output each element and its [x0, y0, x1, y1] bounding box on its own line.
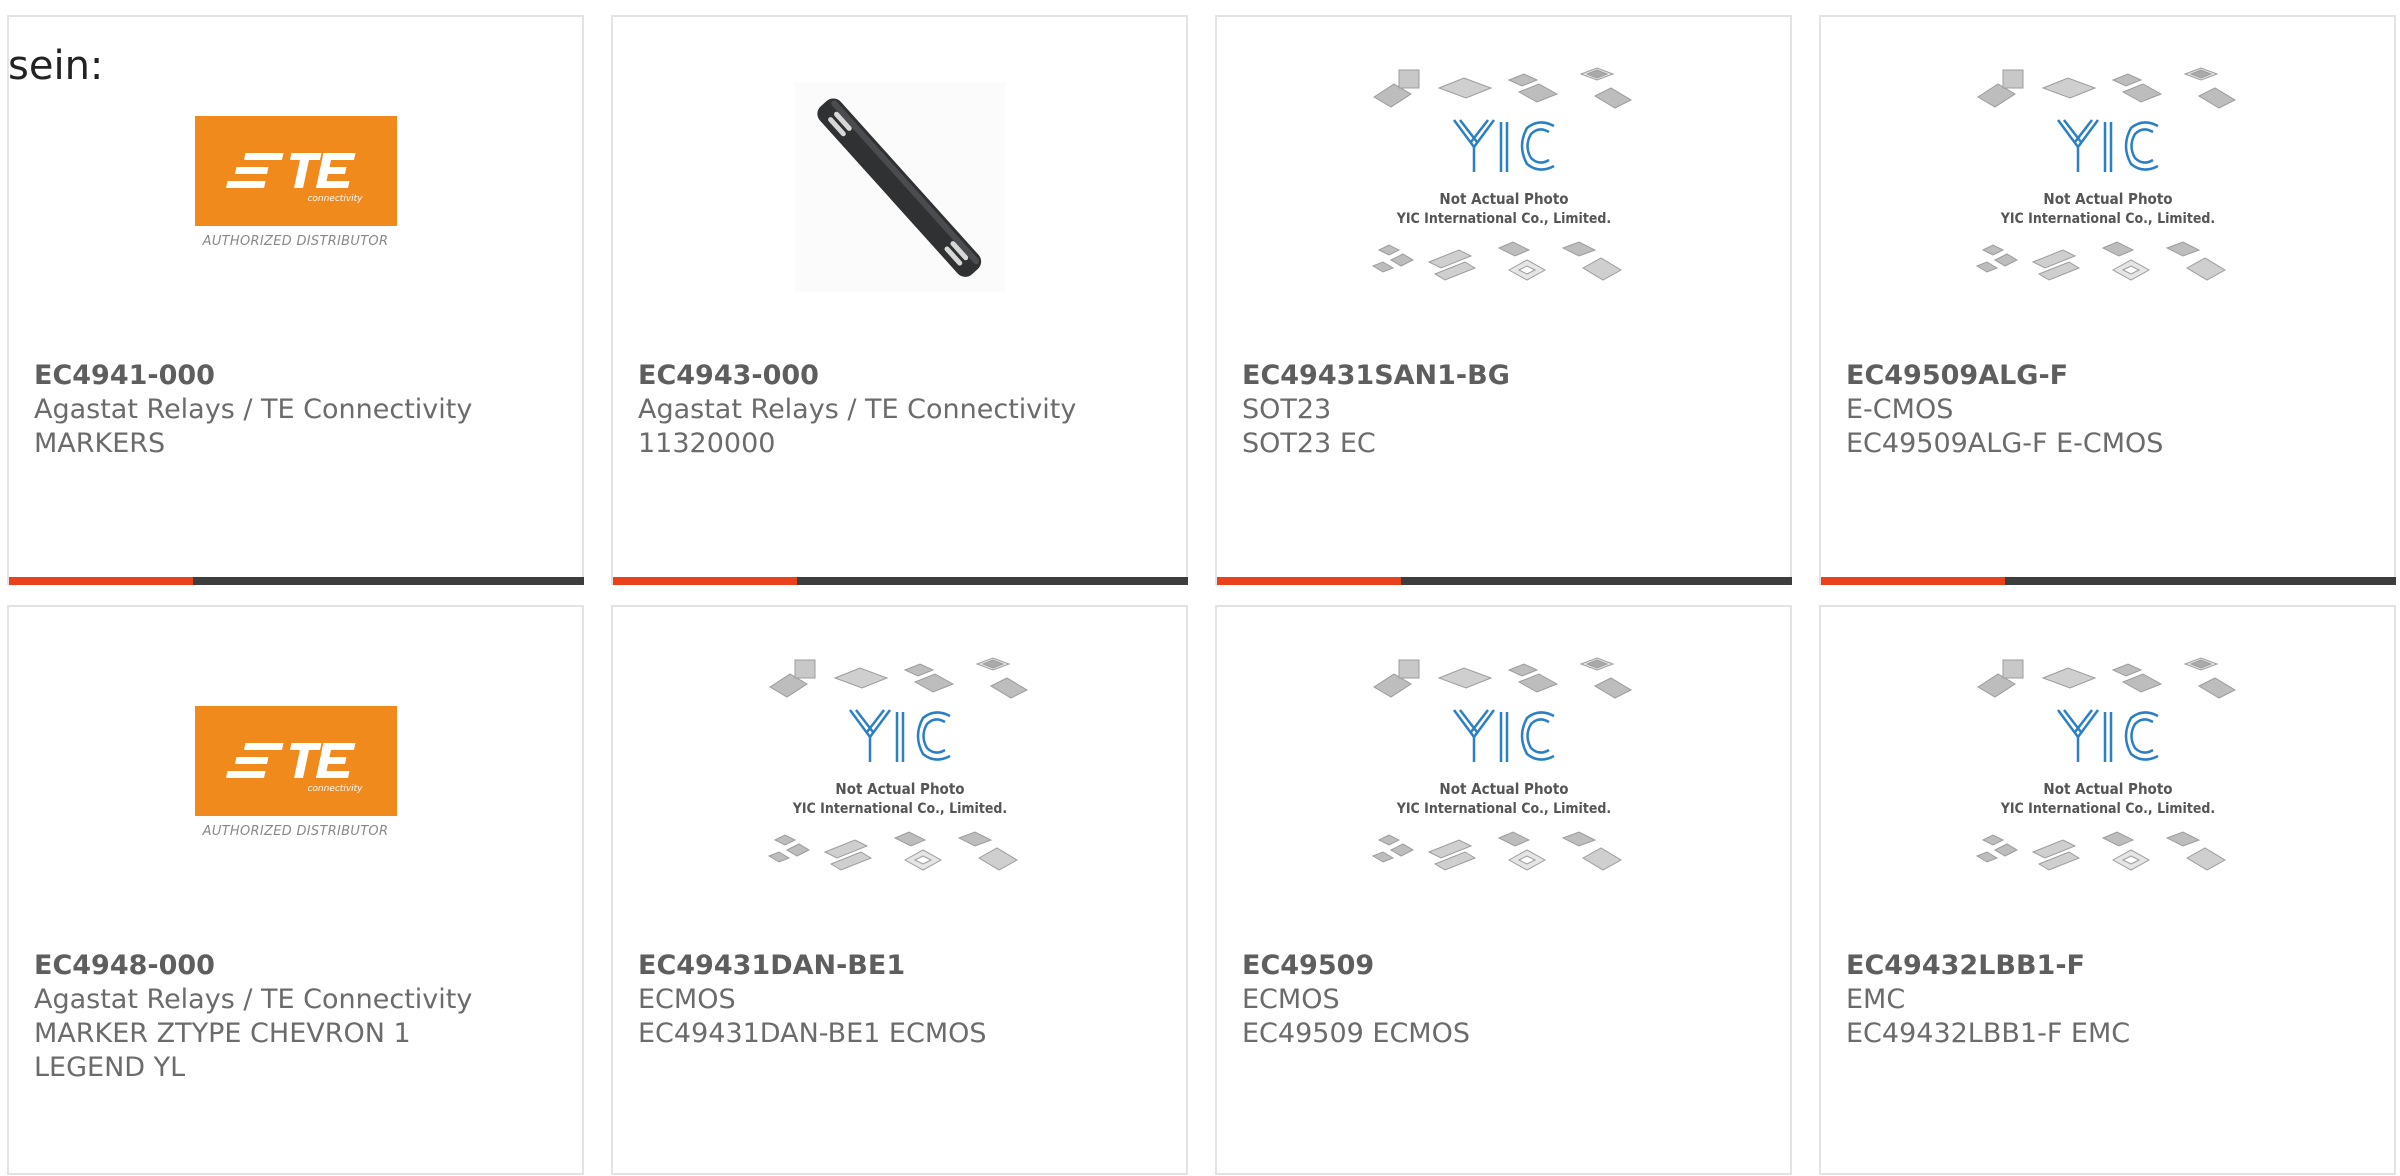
- product-info: EC49432LBB1-F EMC EC49432LBB1-F EMC: [1846, 949, 2374, 1051]
- svg-text:YIC International Co., Limited: YIC International Co., Limited.: [1395, 801, 1610, 817]
- product-card[interactable]: Not Actual Photo YIC International Co., …: [1215, 605, 1792, 1175]
- product-grid: connectivity AUTHORIZED DISTRIBUTOR EC49…: [7, 15, 2400, 1176]
- te-connectivity-logo: connectivity AUTHORIZED DISTRIBUTOR: [194, 706, 397, 848]
- description-label: EC49432LBB1-F EMC: [1846, 1018, 2131, 1049]
- description-label: 11320000: [638, 428, 776, 459]
- card-accent-bar: [613, 577, 797, 585]
- manufacturer-label: Agastat Relays / TE Connectivity: [638, 394, 1077, 425]
- product-image[interactable]: Not Actual Photo YIC International Co., …: [1217, 17, 1790, 357]
- card-accent-bar: [1821, 577, 2005, 585]
- product-info: EC4941-000 Agastat Relays / TE Connectiv…: [34, 359, 562, 461]
- product-info: EC49509 ECMOS EC49509 ECMOS: [1242, 949, 1770, 1051]
- product-image[interactable]: Not Actual Photo YIC International Co., …: [1217, 607, 1790, 947]
- description-label: MARKERS: [34, 428, 166, 459]
- yic-placeholder-image: Not Actual Photo YIC International Co., …: [1371, 657, 1632, 871]
- card-accent-bar: [1217, 577, 1401, 585]
- manufacturer-label: Agastat Relays / TE Connectivity: [34, 984, 473, 1015]
- product-info: EC49431DAN-BE1 ECMOS EC49431DAN-BE1 ECMO…: [638, 949, 1166, 1051]
- part-number-link[interactable]: EC4948-000: [34, 949, 562, 983]
- yic-placeholder-image: Not Actual Photo YIC International Co., …: [1975, 657, 2236, 871]
- te-connectivity-logo: connectivity AUTHORIZED DISTRIBUTOR: [194, 116, 397, 258]
- product-card[interactable]: Not Actual Photo YIC International Co., …: [1819, 605, 2396, 1175]
- product-card[interactable]: connectivity AUTHORIZED DISTRIBUTOR EC49…: [7, 605, 584, 1175]
- te-mark-icon: [225, 153, 355, 188]
- description-label-cont: LEGEND YL: [34, 1052, 186, 1083]
- card-bottom-bar: [1821, 577, 2396, 585]
- product-card[interactable]: Not Actual Photo YIC International Co., …: [1819, 15, 2396, 585]
- svg-text:Not Actual Photo: Not Actual Photo: [1439, 780, 1568, 798]
- card-accent-bar: [9, 577, 193, 585]
- part-number-link[interactable]: EC4941-000: [34, 359, 562, 393]
- product-image[interactable]: Not Actual Photo YIC International Co., …: [613, 607, 1186, 947]
- part-number-link[interactable]: EC49432LBB1-F: [1846, 949, 2374, 983]
- svg-text:Not Actual Photo: Not Actual Photo: [2043, 780, 2172, 798]
- product-card[interactable]: Not Actual Photo YIC International Co., …: [611, 605, 1188, 1175]
- svg-text:Not Actual Photo: Not Actual Photo: [2043, 190, 2172, 208]
- product-image[interactable]: Not Actual Photo YIC International Co., …: [1821, 607, 2394, 947]
- description-label: EC49509ALG-F E-CMOS: [1846, 428, 2164, 459]
- svg-text:YIC International Co., Limited: YIC International Co., Limited.: [1999, 801, 2214, 817]
- card-bottom-bar: [613, 577, 1188, 585]
- part-number-link[interactable]: EC49431DAN-BE1: [638, 949, 1166, 983]
- truncated-text-fragment: sein:: [8, 43, 104, 89]
- yic-placeholder-image: Not Actual Photo YIC International Co., …: [1371, 67, 1632, 281]
- part-number-link[interactable]: EC49509ALG-F: [1846, 359, 2374, 393]
- manufacturer-label: Agastat Relays / TE Connectivity: [34, 394, 473, 425]
- product-card[interactable]: EC4943-000 Agastat Relays / TE Connectiv…: [611, 15, 1188, 585]
- svg-text:YIC International Co., Limited: YIC International Co., Limited.: [791, 801, 1006, 817]
- card-bottom-bar: [1217, 577, 1792, 585]
- part-number-link[interactable]: EC49431SAN1-BG: [1242, 359, 1770, 393]
- product-info: EC49509ALG-F E-CMOS EC49509ALG-F E-CMOS: [1846, 359, 2374, 461]
- part-number-link[interactable]: EC49509: [1242, 949, 1770, 983]
- svg-text:YIC International Co., Limited: YIC International Co., Limited.: [1395, 211, 1610, 227]
- description-label: EC49431DAN-BE1 ECMOS: [638, 1018, 987, 1049]
- product-card[interactable]: connectivity AUTHORIZED DISTRIBUTOR EC49…: [7, 15, 584, 585]
- part-number-link[interactable]: EC4943-000: [638, 359, 1166, 393]
- product-info: EC4948-000 Agastat Relays / TE Connectiv…: [34, 949, 562, 1085]
- description-label: SOT23 EC: [1242, 428, 1376, 459]
- product-image[interactable]: Not Actual Photo YIC International Co., …: [1821, 17, 2394, 357]
- product-image[interactable]: [613, 17, 1186, 357]
- svg-text:Not Actual Photo: Not Actual Photo: [1439, 190, 1568, 208]
- manufacturer-label: E-CMOS: [1846, 394, 1954, 425]
- yic-placeholder-image: Not Actual Photo YIC International Co., …: [767, 657, 1028, 871]
- svg-text:Not Actual Photo: Not Actual Photo: [835, 780, 964, 798]
- te-mark-icon: [225, 743, 355, 778]
- product-info: EC4943-000 Agastat Relays / TE Connectiv…: [638, 359, 1166, 461]
- cable-marker-strip-image: [794, 82, 1005, 292]
- product-info: EC49431SAN1-BG SOT23 SOT23 EC: [1242, 359, 1770, 461]
- manufacturer-label: ECMOS: [638, 984, 736, 1015]
- product-image[interactable]: connectivity AUTHORIZED DISTRIBUTOR: [9, 607, 582, 947]
- svg-text:YIC International Co., Limited: YIC International Co., Limited.: [1999, 211, 2214, 227]
- description-label: MARKER ZTYPE CHEVRON 1: [34, 1018, 411, 1049]
- description-label: EC49509 ECMOS: [1242, 1018, 1470, 1049]
- product-card[interactable]: Not Actual Photo YIC International Co., …: [1215, 15, 1792, 585]
- manufacturer-label: ECMOS: [1242, 984, 1340, 1015]
- card-bottom-bar: [9, 577, 584, 585]
- manufacturer-label: EMC: [1846, 984, 1906, 1015]
- yic-placeholder-image: Not Actual Photo YIC International Co., …: [1975, 67, 2236, 281]
- manufacturer-label: SOT23: [1242, 394, 1332, 425]
